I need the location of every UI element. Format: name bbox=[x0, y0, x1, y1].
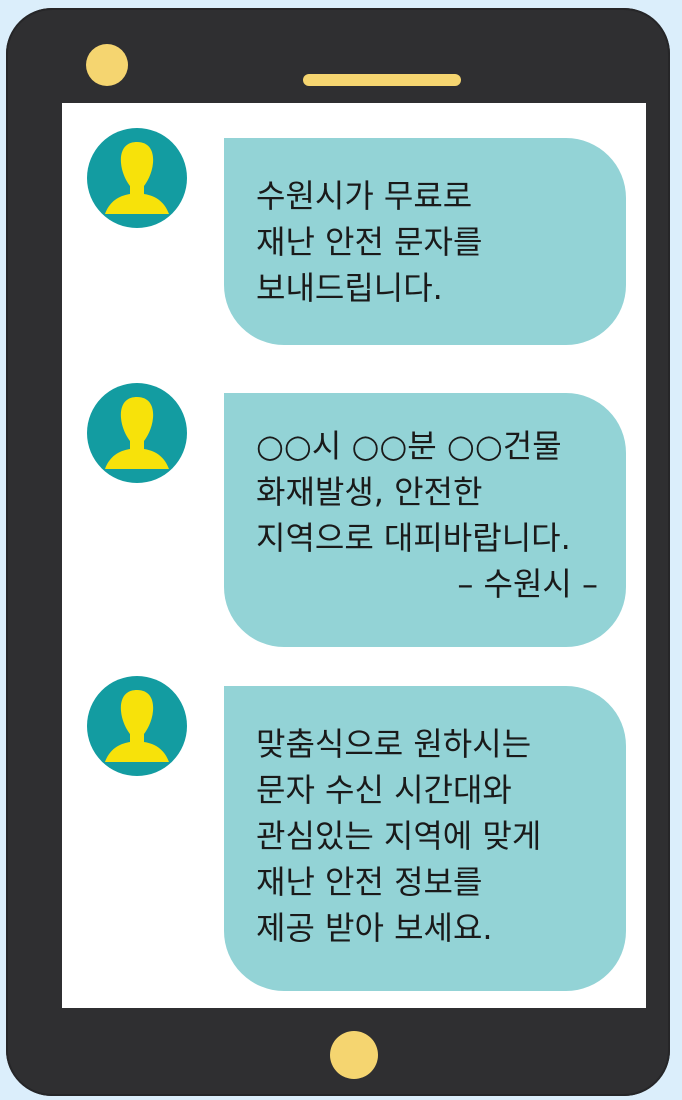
home-button[interactable] bbox=[330, 1031, 378, 1079]
message-line: 화재발생, 안전한 bbox=[256, 473, 483, 511]
message-line: 보내드립니다. bbox=[256, 269, 443, 307]
message-line: 관심있는 지역에 맞게 bbox=[256, 817, 542, 855]
message-line: 제공 받아 보세요. bbox=[256, 909, 493, 947]
message-line: 재난 안전 정보를 bbox=[256, 863, 483, 901]
message-bubble: 수원시가 무료로 재난 안전 문자를 보내드립니다. bbox=[224, 138, 626, 345]
person-silhouette-icon bbox=[105, 142, 169, 214]
sender-avatar bbox=[87, 676, 187, 776]
message-signature: – 수원시 – bbox=[457, 565, 598, 603]
person-silhouette-icon bbox=[105, 690, 169, 762]
message-line: 문자 수신 시간대와 bbox=[256, 771, 512, 809]
message-line: 재난 안전 문자를 bbox=[256, 223, 483, 261]
message-line: 지역으로 대피바랍니다. bbox=[256, 519, 571, 557]
sender-avatar bbox=[87, 128, 187, 228]
message-line: 수원시가 무료로 bbox=[256, 177, 473, 215]
message-bubble: 맞춤식으로 원하시는 문자 수신 시간대와 관심있는 지역에 맞게 재난 안전 … bbox=[224, 686, 626, 991]
message-bubble: ○○시 ○○분 ○○건물 화재발생, 안전한 지역으로 대피바랍니다. – 수원… bbox=[224, 393, 626, 647]
message-line: 맞춤식으로 원하시는 bbox=[256, 725, 532, 763]
person-silhouette-icon bbox=[105, 397, 169, 469]
phone-device: 수원시가 무료로 재난 안전 문자를 보내드립니다. ○○시 ○○분 ○○건물 … bbox=[6, 8, 670, 1096]
speaker-bar bbox=[303, 74, 461, 86]
phone-screen: 수원시가 무료로 재난 안전 문자를 보내드립니다. ○○시 ○○분 ○○건물 … bbox=[62, 103, 646, 1008]
message-line: ○○시 ○○분 ○○건물 bbox=[256, 427, 562, 465]
sender-avatar bbox=[87, 383, 187, 483]
camera-dot bbox=[86, 44, 128, 86]
